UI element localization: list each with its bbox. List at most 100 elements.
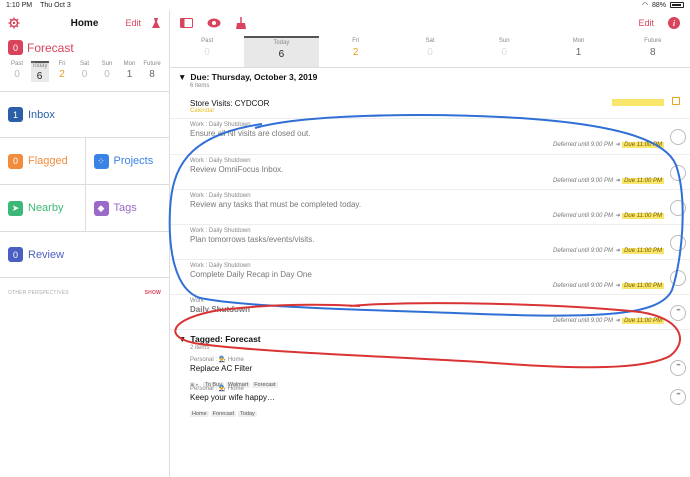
info-icon[interactable]: i xyxy=(668,17,680,29)
due-section-header[interactable]: ▼ Due: Thursday, October 3, 2019 xyxy=(170,68,690,82)
forecast-day-bar: Past 0 Today 6 Fri 2 Sat 0 Sun 0 Mon 1 Future 8 xyxy=(170,36,690,68)
event-name: Store Visits: CYDCOR xyxy=(190,99,270,108)
sidebar-item-nearby[interactable]: ➤ Nearby xyxy=(0,185,85,231)
day-sat[interactable]: Sat 0 xyxy=(393,36,467,67)
due-section-count: 6 items xyxy=(190,83,210,89)
due-badge: Due 11:00 PM xyxy=(622,247,664,254)
day-label: Today xyxy=(273,40,290,46)
gear-icon[interactable] xyxy=(8,17,20,29)
eye-icon[interactable] xyxy=(207,18,221,28)
project-row[interactable]: Work Daily Shutdown Deferred until 9:00 … xyxy=(170,295,690,330)
deferred-text: Deferred until 9:00 PM xyxy=(553,317,614,324)
forecast-badge: 0 xyxy=(8,40,23,55)
wifi-icon: ◠ xyxy=(641,2,648,9)
sidebar-grid-row-1: 0 Flagged ⁘ Projects xyxy=(0,138,169,185)
day-count: 8 xyxy=(650,47,656,58)
task-name: Keep your wife happy… xyxy=(190,393,275,402)
disclosure-triangle-icon[interactable]: ▼ xyxy=(178,72,186,82)
mini-day-count: 2 xyxy=(59,69,65,80)
main-toolbar: Edit i xyxy=(170,10,690,36)
mini-day-label: Sat xyxy=(79,61,89,67)
task-checkbox[interactable] xyxy=(670,235,686,251)
task-row[interactable]: Work : Daily Shutdown Plan tomorrows tas… xyxy=(170,225,690,260)
projects-label: Projects xyxy=(113,155,154,167)
task-row[interactable]: Work : Daily Shutdown Complete Daily Rec… xyxy=(170,260,690,295)
project-status-circle[interactable] xyxy=(670,305,686,321)
task-tags: Home Forecast Today xyxy=(190,402,670,420)
tagged-section-count: 2 items xyxy=(190,345,210,351)
task-checkbox[interactable] xyxy=(670,200,686,216)
mini-day-fri[interactable]: Fri 2 xyxy=(53,61,71,82)
tag-chip: Home xyxy=(190,411,209,417)
mini-day-mon[interactable]: Mon 1 xyxy=(121,61,139,82)
task-row[interactable]: Work : Daily Shutdown Review any tasks t… xyxy=(170,190,690,225)
mini-day-future[interactable]: Future 8 xyxy=(143,61,161,82)
mini-day-label: Today xyxy=(31,63,48,69)
day-fri[interactable]: Fri 2 xyxy=(319,36,393,67)
task-checkbox[interactable] xyxy=(670,165,686,181)
event-calendar: Calendar xyxy=(190,108,215,114)
task-name: Complete Daily Recap in Day One xyxy=(190,270,312,279)
mini-day-sat[interactable]: Sat 0 xyxy=(76,61,94,82)
sidebar-item-review[interactable]: 0 Review xyxy=(0,232,169,278)
status-bar: 1:10 PM Thu Oct 3 ◠ 88% xyxy=(0,0,690,10)
task-status-circle[interactable] xyxy=(670,360,686,376)
task-deferred: Deferred until 9:00 PM ➜ Due 11:00 PM xyxy=(553,177,664,184)
show-perspectives-button[interactable]: SHOW xyxy=(145,290,161,296)
clean-up-icon[interactable] xyxy=(151,17,161,29)
sidebar-item-inbox[interactable]: 1 Inbox xyxy=(0,92,169,138)
clean-up-broom-icon[interactable] xyxy=(235,17,247,29)
day-today[interactable]: Today 6 xyxy=(244,36,319,67)
day-count: 6 xyxy=(278,49,285,60)
task-context: Personal : 👨‍🔧 Home xyxy=(190,386,244,392)
task-checkbox[interactable] xyxy=(670,129,686,145)
day-label: Mon xyxy=(572,38,585,44)
mini-day-today[interactable]: Today 6 xyxy=(30,61,49,82)
status-date: Thu Oct 3 xyxy=(40,1,71,9)
sidebar-title: Home xyxy=(70,17,99,29)
sidebar-item-projects[interactable]: ⁘ Projects xyxy=(84,138,170,184)
nearby-label: Nearby xyxy=(28,202,64,214)
task-row[interactable]: Work : Daily Shutdown Review OmniFocus I… xyxy=(170,155,690,190)
day-mon[interactable]: Mon 1 xyxy=(541,36,615,67)
due-badge: Due 11:00 PM xyxy=(622,317,664,324)
deferred-text: Deferred until 9:00 PM xyxy=(553,177,614,184)
mini-day-label: Sun xyxy=(101,61,113,67)
day-label: Future xyxy=(644,38,662,44)
disclosure-triangle-icon[interactable]: ▼ xyxy=(178,334,186,344)
task-checkbox[interactable] xyxy=(670,270,686,286)
battery-percent: 88% xyxy=(651,1,666,9)
status-time: 1:10 PM xyxy=(6,1,33,9)
mini-day-count: 6 xyxy=(36,71,43,82)
flagged-label: Flagged xyxy=(28,155,68,167)
tagged-section-header[interactable]: ▼ Tagged: Forecast xyxy=(170,330,690,344)
day-count: 0 xyxy=(204,47,210,58)
task-row[interactable]: Personal : 👨‍🔧 Home Replace AC Filter ▣ … xyxy=(170,355,690,388)
projects-icon: ⁘ xyxy=(93,153,109,169)
day-past[interactable]: Past 0 xyxy=(170,36,244,67)
task-deferred: Deferred until 9:00 PM ➜ Due 11:00 PM xyxy=(553,212,664,219)
day-count: 0 xyxy=(427,47,433,58)
day-count: 1 xyxy=(575,47,582,58)
main-edit-button[interactable]: Edit xyxy=(638,18,654,28)
task-name: Review OmniFocus Inbox. xyxy=(190,165,284,174)
day-future[interactable]: Future 8 xyxy=(616,36,690,67)
day-count: 0 xyxy=(501,47,508,58)
sidebar-item-tags[interactable]: ◆ Tags xyxy=(84,185,170,231)
sidebar-item-flagged[interactable]: 0 Flagged xyxy=(0,138,85,184)
sidebar-item-forecast[interactable]: 0 Forecast Past 0 Today 6 Fri 2 Sat 0 Sun 0 M… xyxy=(0,36,169,92)
mini-day-count: 0 xyxy=(81,69,88,80)
calendar-event-row[interactable]: Store Visits: CYDCOR Calendar xyxy=(170,93,690,119)
day-sun[interactable]: Sun 0 xyxy=(467,36,541,67)
mini-day-past[interactable]: Past 0 xyxy=(8,61,26,82)
task-status-circle[interactable] xyxy=(670,389,686,405)
other-perspectives-row: OTHER PERSPECTIVES SHOW xyxy=(0,278,169,308)
sidebar-edit-button[interactable]: Edit xyxy=(125,18,141,28)
task-row[interactable]: Personal : 👨‍🔧 Home Keep your wife happy… xyxy=(170,384,690,417)
calendar-icon xyxy=(672,97,680,105)
mini-day-sun[interactable]: Sun 0 xyxy=(98,61,116,82)
sidebar-toggle-icon[interactable] xyxy=(180,18,193,28)
tags-label: Tags xyxy=(113,202,137,214)
task-row[interactable]: Work : Daily Shutdown Ensure all NI visi… xyxy=(170,119,690,155)
sidebar-header: Home Edit xyxy=(0,10,169,36)
